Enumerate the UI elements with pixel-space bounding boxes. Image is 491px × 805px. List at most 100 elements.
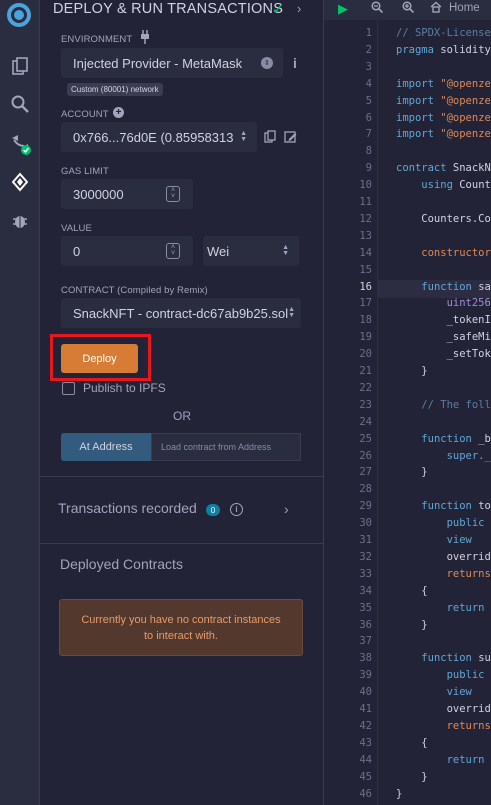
chevron-right-icon[interactable]: › [284, 501, 289, 517]
divider [40, 476, 324, 477]
code-line: contract SnackN [396, 162, 491, 175]
code-line: import "@openze [396, 77, 491, 90]
select-arrows-icon: ▲ ▼ [240, 130, 247, 143]
code-line: } [396, 770, 428, 783]
line-number: 32 [359, 550, 372, 563]
home-tab[interactable]: Home [449, 2, 480, 14]
line-number: 7 [365, 128, 372, 141]
zoom-out-icon[interactable] [371, 1, 384, 16]
gas-limit-stepper[interactable]: ˄ ˅ [166, 186, 180, 202]
line-number: 22 [359, 381, 372, 394]
code-line: uint256 [396, 297, 491, 310]
contract-select[interactable]: SnackNFT - contract-dc67ab9b25.sol ▲ ▼ [61, 298, 301, 328]
line-number: 31 [359, 534, 372, 546]
code-line: return [446, 601, 485, 614]
line-number: 28 [359, 483, 372, 496]
line-number: 37 [359, 635, 372, 648]
line-number: 42 [359, 719, 372, 732]
or-label: OR [173, 409, 191, 423]
code-line: } [396, 365, 428, 377]
plus-icon[interactable]: + [113, 107, 124, 118]
line-number: 34 [359, 584, 372, 597]
line-number: 5 [365, 94, 372, 107]
chevron-right-icon[interactable]: › [297, 1, 301, 16]
edit-icon[interactable] [284, 130, 297, 148]
line-number: 4 [365, 77, 372, 90]
code-line: public [446, 669, 485, 682]
line-number: 23 [359, 398, 372, 411]
code-line: super._ [446, 449, 491, 462]
search-icon[interactable] [6, 90, 34, 118]
code-line: import "@openze [396, 128, 491, 141]
publish-ipfs-checkbox[interactable] [62, 382, 75, 395]
code-line: function su [421, 652, 491, 665]
select-icon: ⇕ [261, 57, 273, 69]
deploy-icon[interactable] [6, 168, 34, 196]
plug-icon [139, 30, 151, 49]
code-line: using Counte [421, 179, 491, 192]
account-label: ACCOUNT [61, 109, 109, 120]
line-number: 12 [359, 212, 372, 225]
home-icon[interactable] [430, 1, 442, 16]
code-line: function _b [421, 432, 491, 445]
code-line: // SPDX-License [396, 27, 491, 39]
no-contracts-notice: Currently you have no contract instances… [59, 599, 303, 656]
info-icon[interactable]: i [293, 55, 297, 71]
line-number: 24 [359, 415, 372, 428]
code-line: { [396, 736, 428, 749]
code-line: pragma solidity [396, 43, 491, 56]
line-number: 33 [359, 567, 372, 580]
line-number: 20 [359, 348, 372, 361]
code-line: function sa [421, 280, 491, 293]
line-number: 6 [365, 111, 372, 124]
line-number: 10 [359, 179, 372, 192]
code-line: Counters.Co [396, 212, 491, 225]
code-line: view [446, 686, 472, 699]
value-amount: 0 [73, 243, 81, 259]
code-line: } [396, 466, 428, 479]
line-number: 25 [359, 432, 372, 445]
contract-value: SnackNFT - contract-dc67ab9b25.sol [73, 305, 289, 321]
code-line: returns [396, 719, 491, 732]
line-number: 26 [359, 449, 372, 462]
code-line: public [446, 517, 485, 530]
value-label: VALUE [61, 223, 92, 234]
code-line: _safeMi [396, 331, 491, 344]
code-editor: ▶ Home 1 // SPDX-License 2 pragma solidity 3… [324, 0, 491, 805]
value-stepper[interactable]: ˄ ˅ [166, 243, 180, 259]
remix-logo-icon[interactable] [2, 0, 36, 34]
at-address-button[interactable]: At Address [61, 433, 151, 461]
value-unit-select[interactable]: Wei ▲ ▼ [203, 236, 299, 266]
zoom-in-icon[interactable] [402, 1, 415, 16]
run-icon[interactable]: ▶ [338, 1, 348, 17]
account-select[interactable]: 0x766...76d0E (0.85958313 ▲ ▼ [61, 122, 257, 152]
code-line: overrid [396, 703, 491, 715]
code-line: function to [421, 500, 491, 513]
info-icon[interactable]: i [230, 503, 243, 516]
environment-select[interactable]: Injected Provider - MetaMask ⇕ [61, 48, 283, 78]
line-number: 39 [359, 669, 372, 682]
code-line: overrid [396, 550, 491, 563]
at-address-input[interactable]: Load contract from Address [151, 433, 301, 461]
line-number: 17 [359, 297, 372, 310]
line-number: 45 [359, 770, 372, 783]
code-line: returns [396, 567, 491, 580]
transactions-recorded-label[interactable]: Transactions recorded [58, 500, 197, 516]
editor-toolbar: ▶ Home [324, 0, 491, 20]
gas-limit-value: 3000000 [73, 186, 124, 202]
panel-header: DEPLOY & RUN TRANSACTIONS ✓ › [40, 0, 324, 20]
line-number: 16 [359, 280, 372, 293]
transactions-count-badge: 0 [206, 504, 220, 516]
line-number: 13 [359, 229, 372, 242]
deploy-button[interactable]: Deploy [61, 344, 138, 373]
file-explorer-icon[interactable] [6, 52, 34, 80]
line-number: 14 [359, 246, 372, 259]
line-number: 18 [359, 314, 372, 327]
line-number: 46 [359, 787, 372, 800]
debugger-icon[interactable] [6, 207, 34, 235]
line-number: 9 [365, 162, 372, 175]
copy-icon[interactable] [264, 130, 276, 148]
compiler-icon[interactable] [6, 130, 34, 158]
network-badge: Custom (80001) network [67, 83, 163, 96]
line-number: 19 [359, 331, 372, 344]
